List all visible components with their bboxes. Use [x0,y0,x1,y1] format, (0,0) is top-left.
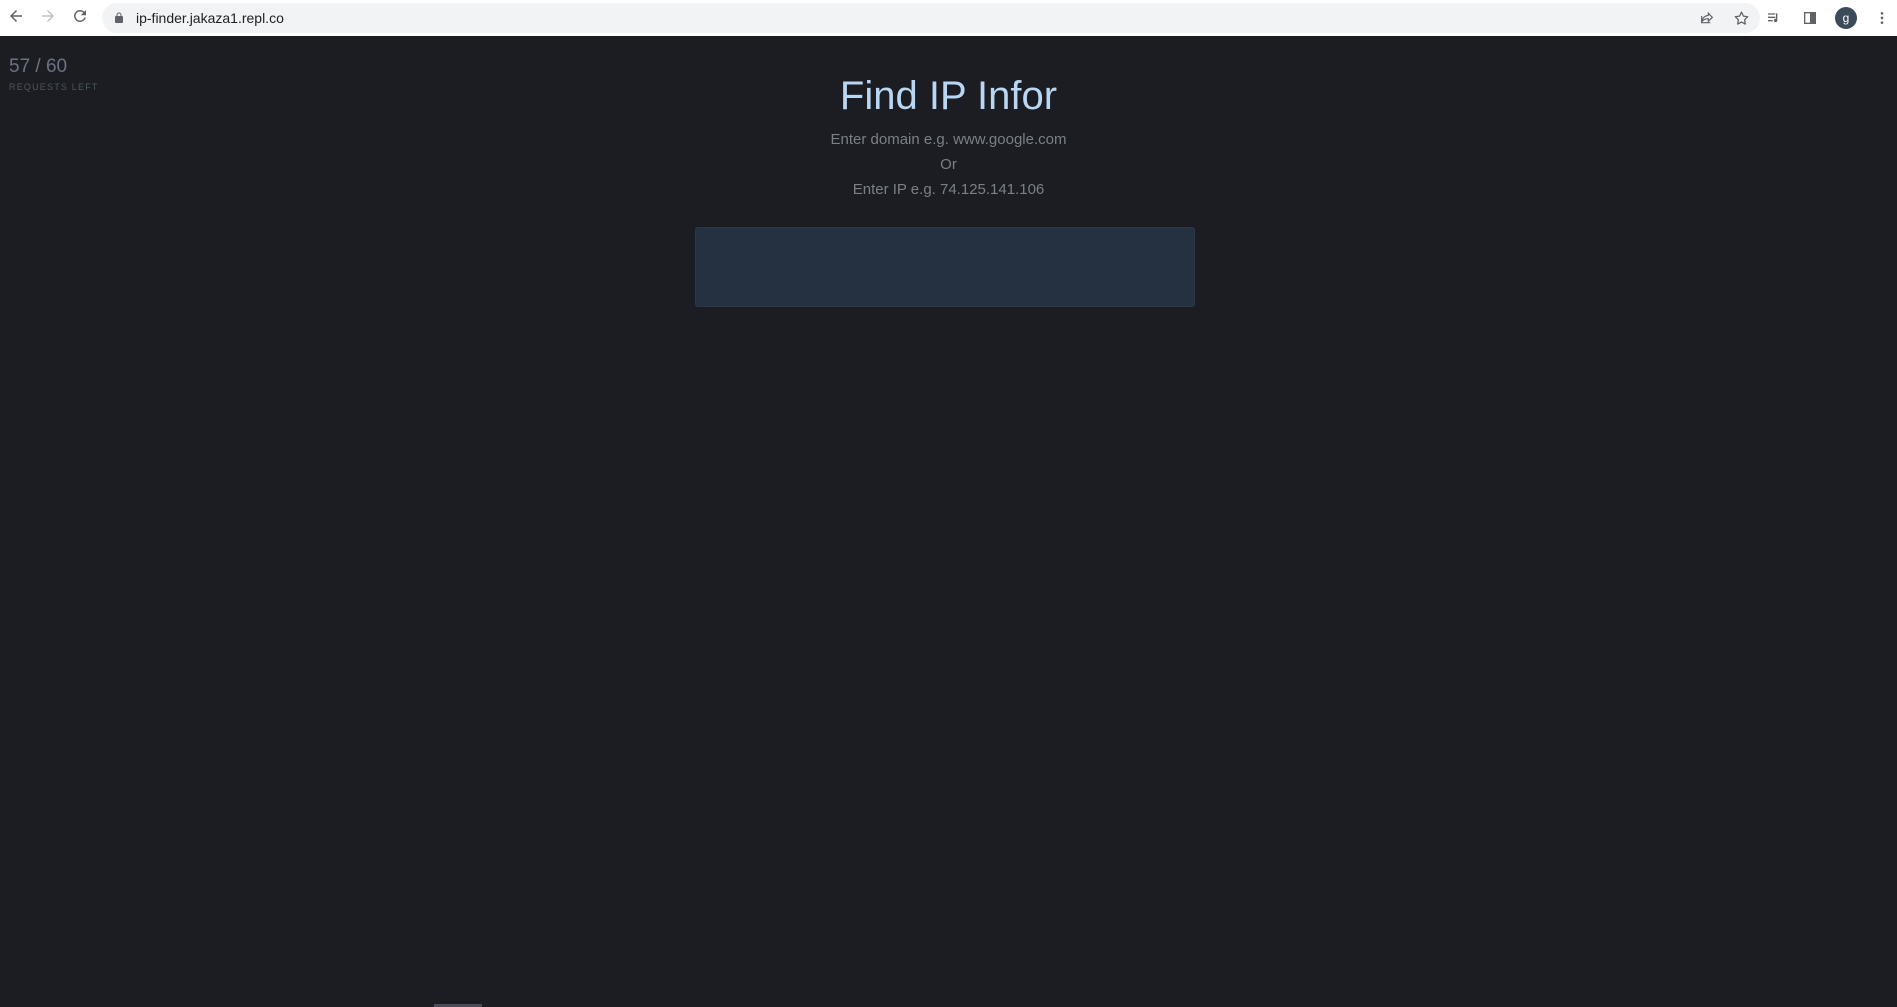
search-input[interactable] [695,227,1195,307]
arrow-left-icon [7,7,25,30]
kebab-menu-icon[interactable] [1869,5,1895,31]
forward-button[interactable] [32,2,64,34]
profile-avatar[interactable]: g [1833,5,1859,31]
page-body: 57 / 60 REQUESTS LEFT Find IP Infor Ente… [0,36,1897,1007]
reload-icon [71,7,89,30]
domain-hint: Enter domain e.g. www.google.com [830,131,1067,148]
back-button[interactable] [0,2,32,34]
avatar: g [1835,7,1857,29]
page-title: Find IP Infor [839,74,1058,118]
url-text[interactable]: ip-finder.jakaza1.repl.co [136,10,284,26]
side-panel-icon[interactable] [1797,5,1823,31]
media-control-icon[interactable] [1761,5,1787,31]
address-bar[interactable]: ip-finder.jakaza1.repl.co [102,3,1760,33]
ip-hint: Enter IP e.g. 74.125.141.106 [852,181,1045,198]
reload-button[interactable] [64,2,96,34]
browser-toolbar: ip-finder.jakaza1.repl.co g [0,0,1897,36]
star-icon[interactable] [1730,7,1752,29]
share-icon[interactable] [1696,7,1718,29]
lock-icon[interactable] [112,11,126,25]
arrow-right-icon [39,7,57,30]
or-separator: Or [940,156,957,173]
